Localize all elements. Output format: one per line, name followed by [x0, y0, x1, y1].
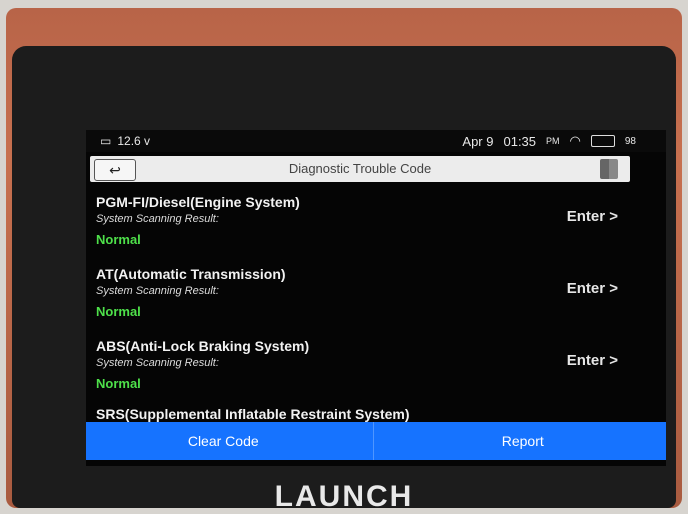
- page-title: Diagnostic Trouble Code: [288, 161, 432, 176]
- battery-icon: [590, 135, 615, 147]
- brand-logo: LAUNCH: [274, 480, 414, 513]
- scan-result-label: System Scanning Result:: [96, 285, 219, 297]
- cube-icon[interactable]: [600, 159, 618, 179]
- status-bar: ▭ 12.6 v Apr 9 01:35 PM ◠ 98: [86, 130, 666, 152]
- title-bar: ↩ Diagnostic Trouble Code: [90, 156, 630, 182]
- scan-result-value: Normal: [96, 232, 141, 247]
- status-time: 01:35: [503, 133, 537, 149]
- system-item[interactable]: ABS(Anti-Lock Braking System) System Sca…: [86, 332, 666, 404]
- system-name: PGM-FI/Diesel(Engine System): [96, 194, 300, 210]
- battery-percent: 98: [624, 135, 636, 147]
- action-bar: Clear Code Report: [86, 422, 666, 460]
- system-name: SRS(Supplemental Inflatable Restraint Sy…: [96, 406, 410, 422]
- scan-result-label: System Scanning Result:: [96, 357, 219, 369]
- voltage-readout: 12.6 v: [117, 134, 151, 148]
- scan-result-value: Normal: [96, 304, 141, 319]
- wifi-icon: ◠: [569, 133, 581, 148]
- status-ampm: PM: [546, 136, 560, 146]
- system-item[interactable]: PGM-FI/Diesel(Engine System) System Scan…: [86, 188, 666, 260]
- enter-button[interactable]: Enter >: [567, 352, 618, 369]
- battery-voltage-icon: ▭: [100, 134, 112, 148]
- scan-result-label: System Scanning Result:: [96, 213, 219, 225]
- system-name: ABS(Anti-Lock Braking System): [96, 338, 310, 354]
- status-date: Apr 9: [462, 133, 494, 149]
- device-screen: ▭ 12.6 v Apr 9 01:35 PM ◠ 98 ↩ Diagnosti…: [86, 130, 666, 466]
- report-button[interactable]: Report: [374, 422, 667, 460]
- system-item[interactable]: AT(Automatic Transmission) System Scanni…: [86, 260, 666, 332]
- scan-result-value: Normal: [96, 376, 141, 391]
- system-name: AT(Automatic Transmission): [96, 266, 286, 282]
- clear-code-button[interactable]: Clear Code: [86, 422, 374, 460]
- enter-button[interactable]: Enter >: [567, 208, 618, 225]
- enter-button[interactable]: Enter >: [567, 280, 618, 297]
